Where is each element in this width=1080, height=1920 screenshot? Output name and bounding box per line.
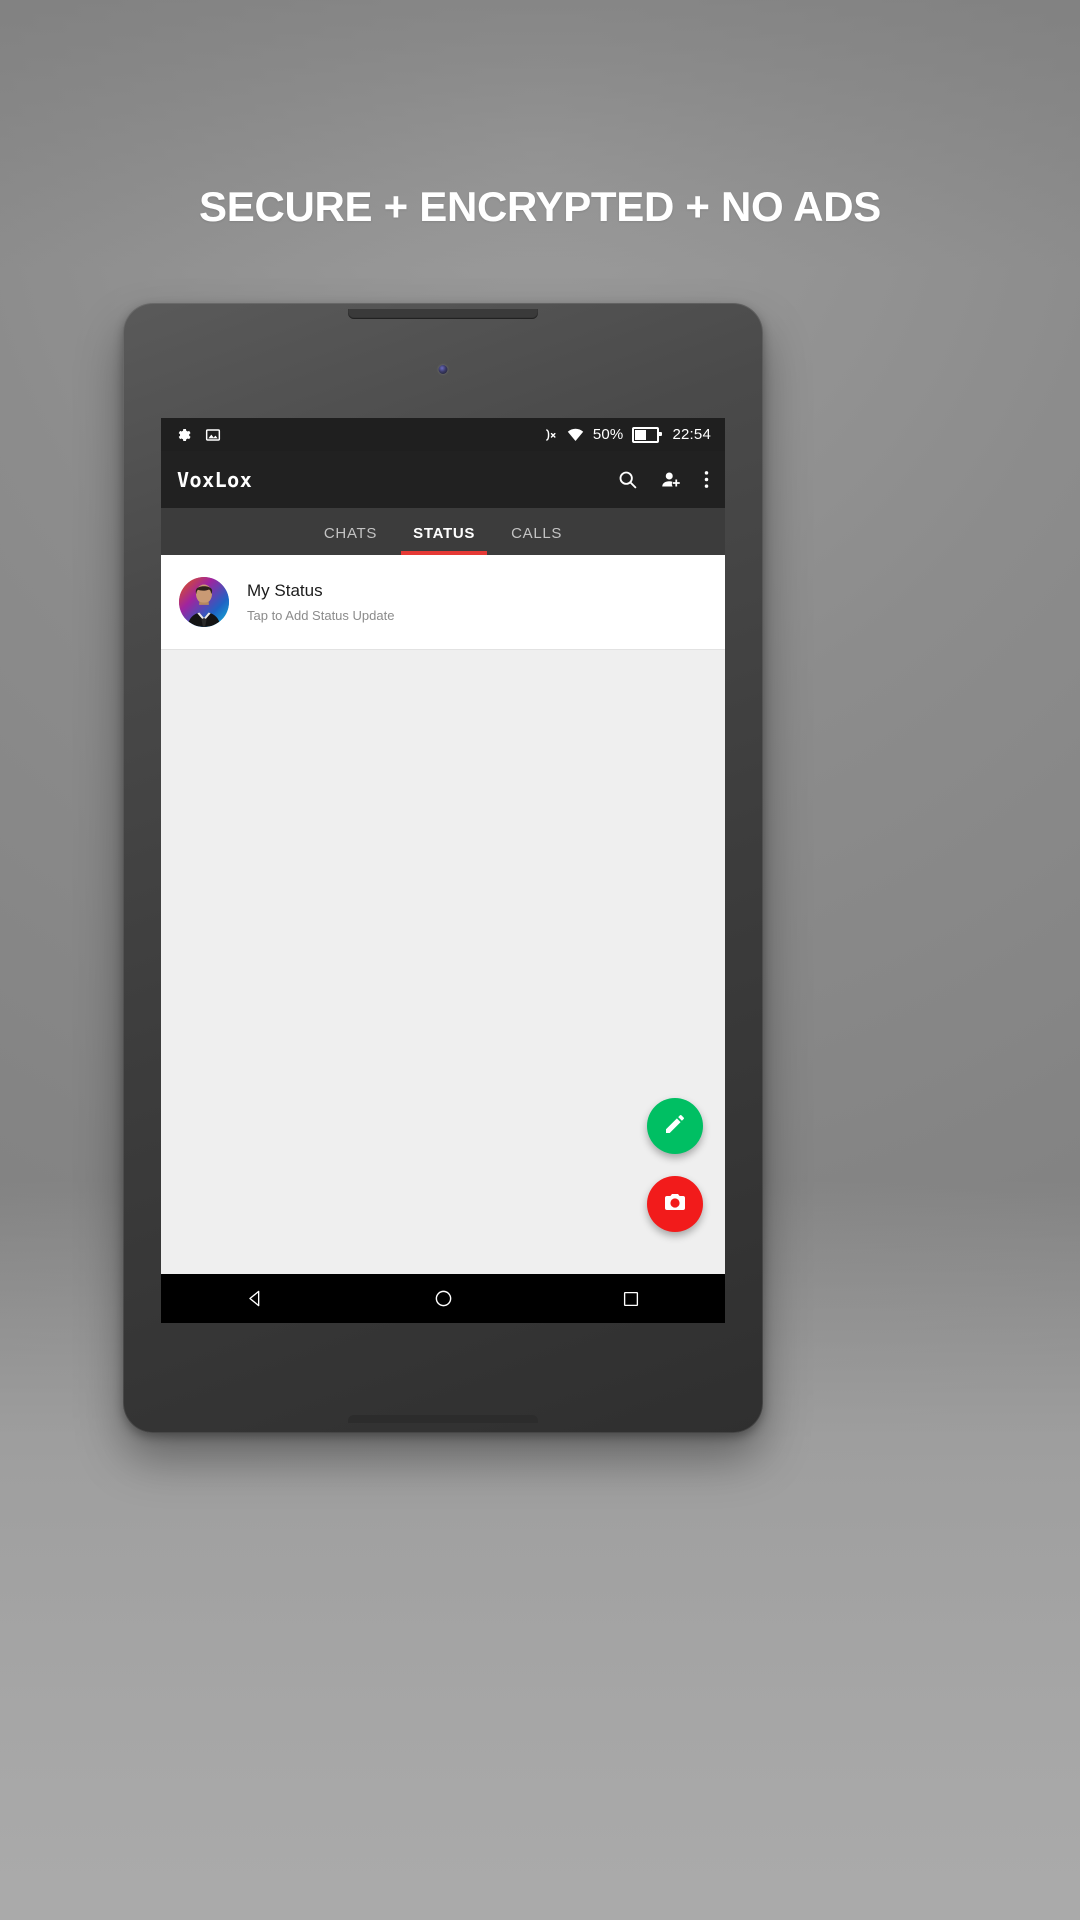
- home-circle-icon[interactable]: [408, 1274, 478, 1323]
- gear-icon: [175, 427, 191, 443]
- tab-bar: CHATS STATUS CALLS: [161, 508, 725, 555]
- pencil-icon: [663, 1112, 687, 1141]
- overflow-menu-icon[interactable]: [704, 469, 709, 490]
- add-person-icon[interactable]: [660, 469, 682, 490]
- status-bar: 50% 22:54: [161, 418, 725, 451]
- device-front-camera-icon: [438, 365, 448, 374]
- promo-headline: SECURE + ENCRYPTED + NO ADS: [199, 183, 881, 230]
- battery-icon: [632, 426, 663, 443]
- device-bottom-accent: [348, 1415, 538, 1423]
- status-bar-left-icons: [175, 427, 221, 443]
- status-title: My Status: [247, 581, 323, 600]
- recents-square-icon[interactable]: [596, 1274, 666, 1323]
- phone-screen: 50% 22:54 VoxLox CHATS STATUS CALLS My S…: [161, 418, 725, 1323]
- device-speaker-grille: [348, 309, 538, 319]
- app-bar-actions: [617, 469, 709, 490]
- status-bar-right-icons: 50% 22:54: [541, 426, 711, 443]
- list-item[interactable]: My Status Tap to Add Status Update: [161, 555, 725, 650]
- app-title: VoxLox: [177, 467, 253, 492]
- status-list: My Status Tap to Add Status Update: [161, 555, 725, 1274]
- list-item-texts: My Status Tap to Add Status Update: [247, 581, 394, 623]
- tab-calls[interactable]: CALLS: [493, 525, 580, 555]
- battery-percent-label: 50%: [592, 426, 624, 443]
- status-subtitle: Tap to Add Status Update: [247, 608, 395, 623]
- search-icon[interactable]: [617, 469, 638, 490]
- status-bar-clock: 22:54: [672, 426, 711, 443]
- app-bar: VoxLox: [161, 451, 725, 508]
- screenshot-image-icon: [205, 427, 221, 443]
- tab-chats[interactable]: CHATS: [306, 525, 395, 555]
- ringer-off-icon: [541, 427, 558, 443]
- edit-status-fab[interactable]: [647, 1098, 703, 1154]
- android-nav-bar: [161, 1274, 725, 1323]
- tab-status[interactable]: STATUS: [395, 525, 493, 555]
- camera-fab[interactable]: [647, 1176, 703, 1232]
- back-triangle-icon[interactable]: [220, 1274, 290, 1323]
- camera-icon: [663, 1190, 687, 1219]
- status-empty-area: [161, 650, 725, 1274]
- avatar[interactable]: [179, 577, 229, 627]
- wifi-icon: [567, 428, 584, 442]
- device-mockup: 50% 22:54 VoxLox CHATS STATUS CALLS My S…: [123, 303, 763, 1433]
